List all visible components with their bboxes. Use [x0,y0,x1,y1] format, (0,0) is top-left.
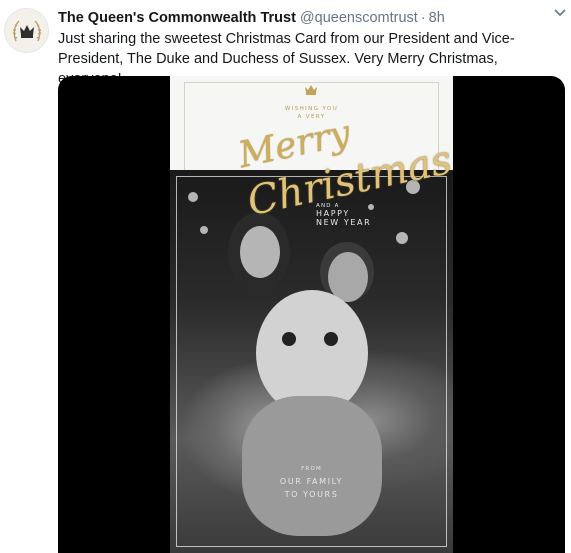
our-family-label: OUR FAMILY [279,477,344,486]
author-handle[interactable]: @queenscomtrust [300,10,418,26]
separator: · [420,10,426,26]
crown-emblem-icon [12,20,41,41]
tweet-media[interactable]: WISHING YOU A VERY Merry Christmas AND A [58,76,565,553]
royal-cypher-icon [305,85,317,95]
greeting-line-1: WISHING YOU [284,106,339,112]
from-label: FROM [301,466,322,472]
christmas-card-image: WISHING YOU A VERY Merry Christmas AND A [170,76,453,553]
author-name[interactable]: The Queen's Commonwealth Trust [58,10,296,26]
tweet-header: The Queen's Commonwealth Trust @queenscom… [58,8,561,28]
timestamp[interactable]: 8h [429,10,445,26]
new-year-label: NEW YEAR [316,218,372,227]
happy-label: HAPPY [316,209,350,218]
avatar[interactable] [4,8,49,53]
chevron-down-icon[interactable] [553,8,567,18]
to-yours-label: TO YOURS [284,490,339,499]
new-year-text: AND A HAPPY NEW YEAR [316,203,396,227]
